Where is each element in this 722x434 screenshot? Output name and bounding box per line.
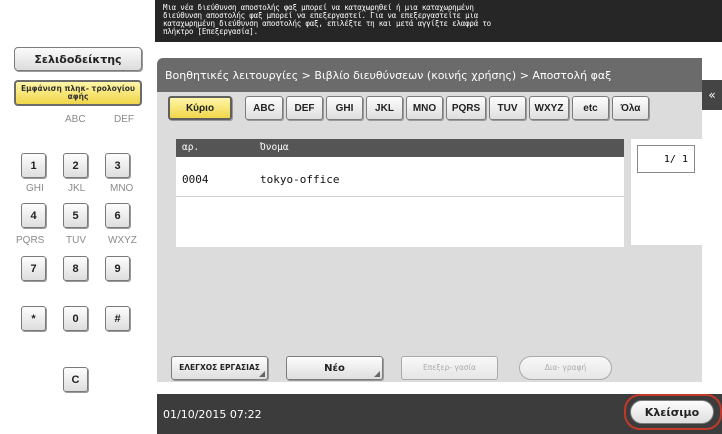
keypad-key-5[interactable]: 5: [63, 203, 88, 228]
tab-all[interactable]: Όλα: [612, 96, 649, 120]
keypad-key-hash[interactable]: #: [105, 306, 130, 331]
page-indicator: 1/ 1: [637, 145, 695, 173]
delete-button[interactable]: Δια- γραφή: [519, 356, 612, 380]
close-button[interactable]: Κλείσιμο: [630, 400, 714, 424]
column-header-number: αρ.: [182, 142, 200, 153]
keypad-letters-tuv: TUV: [66, 235, 86, 246]
keypad-key-1[interactable]: 1: [21, 153, 46, 178]
corner-indicator-icon: [374, 371, 380, 377]
check-job-label: ΕΛΕΓΧΟΣ ΕΡΓΑΣΙΑΣ: [179, 363, 260, 372]
keypad-letters-abc: ABC: [65, 114, 86, 125]
keypad-key-7[interactable]: 7: [21, 256, 46, 281]
keypad-letters-jkl: JKL: [68, 183, 86, 194]
status-datetime: 01/10/2015 07:22: [163, 407, 262, 421]
message-area: Μια νέα διεύθυνση αποστολής φαξ μπορεί ν…: [155, 0, 722, 42]
row-name: tokyo-office: [260, 173, 340, 186]
keypad-key-6[interactable]: 6: [105, 203, 130, 228]
keypad-letters-mno: MNO: [110, 183, 134, 194]
keypad-letters-ghi: GHI: [26, 183, 44, 194]
keypad-key-0[interactable]: 0: [63, 306, 88, 331]
check-job-button[interactable]: ΕΛΕΓΧΟΣ ΕΡΓΑΣΙΑΣ: [171, 356, 268, 380]
tab-wxyz[interactable]: WXYZ: [529, 96, 569, 120]
tab-etc[interactable]: etc: [572, 96, 609, 120]
tab-ghi[interactable]: GHI: [326, 96, 363, 120]
keypad-key-star[interactable]: *: [21, 306, 46, 331]
new-button[interactable]: Νέο: [286, 356, 383, 380]
tab-tuv[interactable]: TUV: [489, 96, 526, 120]
corner-indicator-icon: [259, 371, 265, 377]
clear-key[interactable]: C: [63, 367, 88, 392]
tab-abc[interactable]: ABC: [245, 96, 283, 120]
keypad-letters-def: DEF: [114, 114, 134, 125]
bookmark-button[interactable]: Σελιδοδείκτης: [14, 47, 142, 71]
message-line: πλήκτρο [Επεξεργασία].: [163, 27, 258, 36]
row-number: 0004: [182, 173, 209, 186]
tab-main[interactable]: Κύριο: [168, 96, 232, 120]
delete-label: Δια- γραφή: [544, 363, 587, 372]
tab-jkl[interactable]: JKL: [366, 96, 403, 120]
collapse-panel-icon[interactable]: «: [702, 80, 722, 110]
breadcrumb: Βοηθητικές λειτουργίες > Βιβλίο διευθύνσ…: [157, 58, 702, 92]
table-row[interactable]: 0004 tokyo-office: [176, 157, 624, 197]
table-header: αρ. Όνομα: [176, 139, 624, 157]
keypad-key-9[interactable]: 9: [105, 256, 130, 281]
keypad-key-2[interactable]: 2: [63, 153, 88, 178]
new-label: Νέο: [324, 362, 345, 374]
tab-def[interactable]: DEF: [286, 96, 323, 120]
edit-button[interactable]: Επεξερ- γασία: [401, 356, 498, 380]
keypad-key-3[interactable]: 3: [105, 153, 130, 178]
keypad-key-4[interactable]: 4: [21, 203, 46, 228]
keypad-letters-wxyz: WXYZ: [108, 235, 137, 246]
column-header-name: Όνομα: [260, 142, 289, 153]
edit-label: Επεξερ- γασία: [422, 363, 476, 372]
keypad-key-8[interactable]: 8: [63, 256, 88, 281]
tab-pqrs[interactable]: PQRS: [446, 96, 486, 120]
display-keypad-button[interactable]: Εμφάνιση πληκ- τρολογίου αφής: [14, 80, 142, 106]
keypad-letters-pqrs: PQRS: [16, 235, 45, 246]
tab-mno[interactable]: MNO: [406, 96, 443, 120]
